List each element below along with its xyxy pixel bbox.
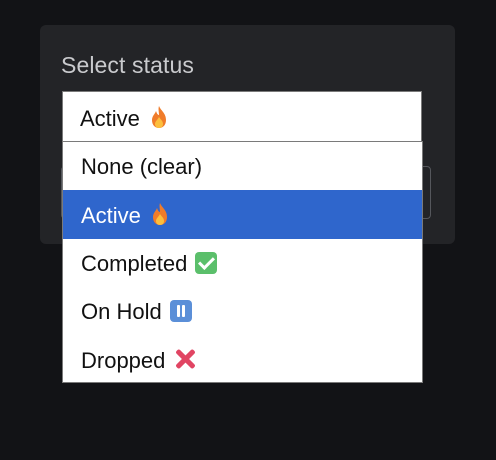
option-dropped[interactable]: Dropped (63, 335, 422, 384)
check-mark-icon (195, 252, 218, 274)
option-none-clear[interactable]: None (clear) (63, 142, 422, 191)
cross-mark-icon (173, 347, 197, 371)
option-label-wrap: Completed (81, 251, 218, 277)
pause-icon (169, 300, 192, 322)
status-select[interactable]: Active (62, 91, 422, 141)
option-label: None (clear) (81, 154, 203, 179)
flame-icon (149, 202, 171, 225)
option-completed[interactable]: Completed (63, 239, 422, 288)
option-active[interactable]: Active (63, 190, 422, 239)
option-label-wrap: Active (81, 202, 171, 229)
option-label-wrap: Dropped (81, 347, 197, 374)
flame-icon (148, 105, 170, 128)
option-label-wrap: On Hold (81, 299, 192, 325)
option-label: Completed (81, 251, 188, 276)
option-on-hold[interactable]: On Hold (63, 287, 422, 336)
select-value-label: Active (80, 106, 140, 131)
select-current-value: Active (80, 105, 170, 132)
status-dropdown-list: None (clear) Active Completed On Hold Dr… (62, 141, 423, 383)
panel-title: Select status (61, 52, 194, 78)
option-label: Active (81, 203, 141, 228)
option-label: On Hold (81, 299, 162, 324)
option-label: Dropped (81, 348, 166, 373)
